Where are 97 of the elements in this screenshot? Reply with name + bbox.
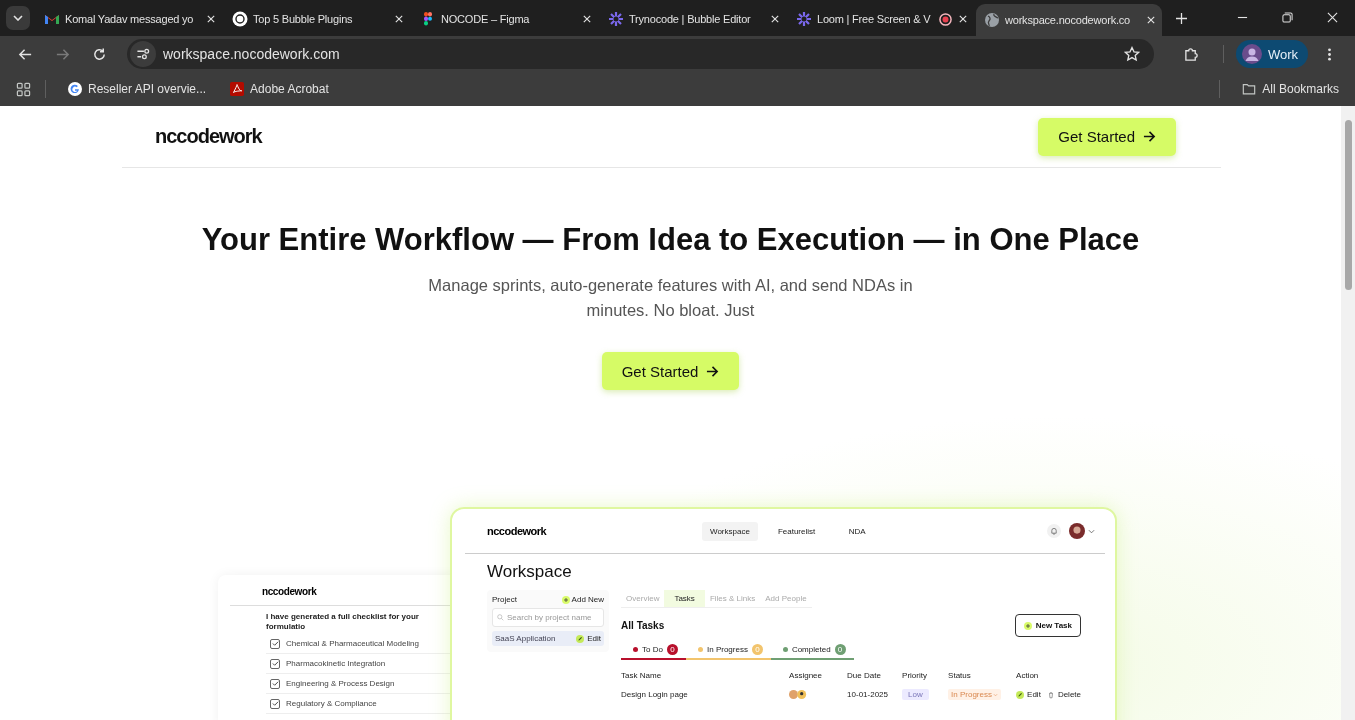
column-header: Priority: [902, 671, 928, 680]
get-started-button[interactable]: Get Started: [601, 352, 740, 390]
tab-search-button[interactable]: [6, 6, 30, 30]
plus-icon: [561, 595, 570, 604]
column-header: Action: [1016, 671, 1040, 680]
avatar-icon[interactable]: [1069, 523, 1085, 539]
burst-logo-icon: [796, 11, 812, 27]
edit-icon: [576, 634, 585, 643]
apps-grid-icon[interactable]: [16, 81, 31, 97]
browser-tab[interactable]: Top 5 Bubble Plugins: [224, 6, 410, 36]
column-header: Status: [948, 671, 972, 680]
logo[interactable]: nccodework: [155, 125, 262, 148]
checklist-item: Regulatory & Compliance: [286, 699, 377, 708]
site-settings-icon[interactable]: [130, 41, 156, 67]
tab-title: workspace.nocodework.co: [1005, 14, 1132, 26]
profile-button[interactable]: Work: [1235, 40, 1308, 68]
close-icon[interactable]: [207, 15, 215, 23]
status-tab[interactable]: Completed 0: [770, 641, 854, 660]
search-field[interactable]: Search by project name: [492, 608, 605, 627]
new-task-button[interactable]: New Task: [1014, 614, 1081, 637]
section-title: All Tasks: [621, 620, 665, 631]
browser-tab[interactable]: workspace.nocodework.co: [976, 4, 1162, 36]
close-icon[interactable]: [959, 15, 967, 23]
tab-title: Trynocode | Bubble Editor: [629, 13, 752, 25]
bookmark-item[interactable]: Reseller API overvie...: [60, 82, 215, 96]
edit-button[interactable]: Edit: [1016, 690, 1041, 699]
checkbox[interactable]: [270, 678, 280, 689]
close-icon[interactable]: [771, 15, 779, 23]
all-bookmarks-button[interactable]: All Bookmarks: [1234, 82, 1347, 96]
checklist-item: Pharmacokinetic Integration: [286, 659, 386, 668]
column-header: Assignee: [789, 671, 823, 680]
restore-icon[interactable]: [1282, 12, 1293, 23]
project-name: SaaS Application: [495, 634, 556, 643]
close-icon[interactable]: [1327, 12, 1338, 23]
checkbox[interactable]: [270, 698, 280, 709]
plus-icon: [1023, 621, 1032, 630]
status-tab[interactable]: In Progress 0: [686, 641, 771, 660]
scrollbar[interactable]: [1341, 106, 1355, 720]
add-new-button[interactable]: Add New: [561, 595, 605, 604]
bookmark-item[interactable]: Adobe Acrobat: [222, 82, 337, 96]
chat-message: I have generated a full checklist for your formulatio: [266, 612, 420, 632]
close-icon[interactable]: [1147, 16, 1155, 24]
tab-title: Komal Yadav messaged yo: [65, 13, 195, 25]
subtitle: Manage sprints, auto-generate features with AI, and send NDAs in minutes. No bloat. Just: [427, 275, 914, 321]
new-tab-icon[interactable]: [1176, 13, 1187, 24]
knot-logo-icon: [232, 11, 248, 27]
pdf-logo-icon: [230, 82, 245, 96]
tab-title: NOCODE – Figma: [441, 13, 531, 25]
chevron-down-icon: [13, 15, 23, 21]
address-bar[interactable]: workspace.nocodework.com: [127, 39, 1154, 69]
logo: nccodework: [487, 525, 548, 537]
close-icon[interactable]: [583, 15, 591, 23]
tab-title: Loom | Free Screen & V: [817, 13, 932, 25]
avatar-icon: [1241, 44, 1262, 64]
panel-heading: Project: [492, 595, 517, 604]
bell-icon[interactable]: [1047, 524, 1061, 538]
column-header: Due Date: [847, 671, 882, 680]
status-tab[interactable]: To Do 0: [621, 641, 686, 660]
browser-tab[interactable]: Komal Yadav messaged yo: [36, 6, 222, 36]
arrow-right-icon: [1143, 130, 1156, 143]
browser-tab[interactable]: NOCODE – Figma: [412, 6, 598, 36]
assignee-avatars-icon: [789, 690, 808, 699]
get-started-button[interactable]: Get Started: [1038, 117, 1176, 156]
table-cell-text: 10-01-2025: [847, 690, 889, 699]
project-item[interactable]: SaaS Application Edit: [492, 631, 605, 646]
checklist-item: Chemical & Pharmaceutical Modeling: [286, 639, 419, 648]
count-badge: 0: [834, 644, 846, 655]
search-icon: [497, 614, 504, 621]
checkbox[interactable]: [270, 638, 280, 649]
caret-icon[interactable]: [1088, 528, 1095, 534]
bookmark-star-icon[interactable]: [1123, 46, 1140, 62]
delete-button[interactable]: Delete: [1046, 690, 1081, 699]
close-icon[interactable]: [395, 15, 403, 23]
edit-icon: [1016, 690, 1025, 699]
tab-title: Top 5 Bubble Plugins: [253, 13, 354, 25]
tab[interactable]: Tasks: [664, 590, 705, 607]
headline: Your Entire Workflow — From Idea to Execution — in One Place: [201, 221, 1140, 259]
nav-link[interactable]: NDA: [835, 521, 880, 541]
edit-button[interactable]: Edit: [576, 634, 602, 643]
browser-tab[interactable]: Loom | Free Screen & V: [788, 6, 974, 36]
burst-logo-icon: [608, 11, 624, 27]
arrow-right-icon: [706, 364, 720, 378]
column-header: Task Name: [621, 671, 663, 680]
checklist-item: Engineering & Process Design: [286, 679, 395, 688]
trash-icon: [1046, 690, 1055, 699]
table-cell-text: Design Login page: [621, 690, 689, 699]
nav-link[interactable]: Workspace: [702, 521, 758, 541]
count-badge: 0: [751, 644, 763, 655]
folder-icon: [1242, 82, 1257, 96]
count-badge: 0: [667, 644, 678, 655]
caret-icon: [993, 692, 998, 697]
globe-icon: [984, 12, 1000, 28]
priority-tag: Low: [902, 689, 929, 700]
google-logo-icon: [68, 82, 82, 96]
nav-link[interactable]: Featurelist: [769, 521, 824, 541]
browser-tab[interactable]: Trynocode | Bubble Editor: [600, 6, 786, 36]
checkbox[interactable]: [270, 658, 280, 669]
